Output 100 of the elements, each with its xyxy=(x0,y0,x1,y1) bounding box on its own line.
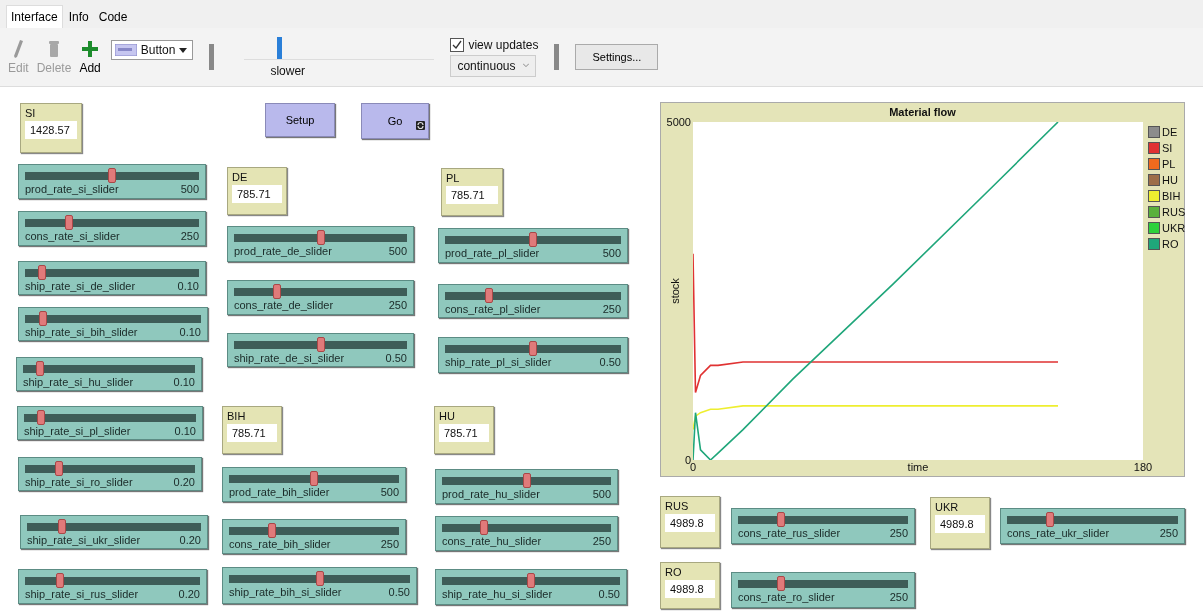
slider-label: prod_rate_si_slider xyxy=(25,183,119,195)
slider-thumb[interactable] xyxy=(64,215,73,230)
slider[interactable]: ship_rate_bih_si_slider 0.50 xyxy=(222,567,417,604)
monitor-label: PL xyxy=(446,172,461,184)
slider[interactable]: prod_rate_bih_slider 500 xyxy=(222,467,406,502)
slider-value: 0.50 xyxy=(385,352,407,364)
slider-thumb[interactable] xyxy=(315,571,324,586)
slider-thumb[interactable] xyxy=(480,520,489,535)
slider-thumb[interactable] xyxy=(776,576,785,591)
slider-label: ship_rate_si_bih_slider xyxy=(25,326,138,338)
widget-type-dropdown[interactable]: Button xyxy=(110,40,194,60)
slider-thumb[interactable] xyxy=(55,461,63,476)
slider[interactable]: prod_rate_hu_slider 500 xyxy=(435,469,618,504)
monitor-label: RO xyxy=(665,566,683,578)
slider-thumb[interactable] xyxy=(529,232,537,247)
slider-thumb[interactable] xyxy=(273,284,282,299)
legend-label: BIH xyxy=(1162,190,1181,202)
slider-thumb[interactable] xyxy=(267,523,276,538)
slider-thumb[interactable] xyxy=(529,341,537,356)
slider-label: ship_rate_de_si_slider xyxy=(234,352,345,364)
add-button[interactable]: Add xyxy=(77,39,103,75)
slider-thumb[interactable] xyxy=(57,519,66,534)
slider[interactable]: cons_rate_de_slider 250 xyxy=(227,280,414,315)
widget-icon xyxy=(114,44,137,56)
slider-thumb[interactable] xyxy=(36,361,45,376)
slider-value: 0.10 xyxy=(174,425,196,437)
model-button[interactable]: Go xyxy=(361,103,429,139)
slider[interactable]: ship_rate_si_ukr_slider 0.20 xyxy=(20,515,208,549)
tick-label: 180 xyxy=(1133,460,1153,474)
slider[interactable]: cons_rate_pl_slider 250 xyxy=(438,284,628,318)
settings-button[interactable]: Settings... xyxy=(575,44,659,70)
slider-thumb[interactable] xyxy=(38,265,47,280)
slider[interactable]: ship_rate_si_ro_slider 0.20 xyxy=(18,457,202,491)
slider-thumb[interactable] xyxy=(38,311,47,326)
slider-thumb[interactable] xyxy=(776,512,785,527)
slider-value: 0.20 xyxy=(173,476,195,488)
slider-thumb[interactable] xyxy=(485,288,493,303)
slider[interactable]: prod_rate_si_slider 500 xyxy=(18,164,206,199)
slider-thumb[interactable] xyxy=(56,573,64,588)
slider-thumb[interactable] xyxy=(37,410,46,425)
slider[interactable]: cons_rate_si_slider 250 xyxy=(18,211,206,246)
slider-thumb[interactable] xyxy=(316,337,325,352)
legend-label: PL xyxy=(1162,158,1176,170)
slider-label: cons_rate_pl_slider xyxy=(445,303,541,315)
slider-value: 500 xyxy=(592,488,611,500)
slider[interactable]: ship_rate_pl_si_slider 0.50 xyxy=(438,337,628,373)
legend-label: RUS xyxy=(1162,206,1186,218)
repeat-icon xyxy=(416,121,425,130)
slider[interactable]: ship_rate_de_si_slider 0.50 xyxy=(227,333,414,367)
slider-thumb[interactable] xyxy=(527,573,535,588)
slider-thumb[interactable] xyxy=(310,471,318,486)
monitor-value: 4989.8 xyxy=(665,514,715,532)
tick-label: 0 xyxy=(684,454,691,466)
monitor-value: 4989.8 xyxy=(935,515,985,533)
slider-label: cons_rate_rus_slider xyxy=(738,527,841,539)
slider-value: 0.10 xyxy=(177,280,199,292)
tab[interactable]: Code xyxy=(94,6,132,28)
pencil-icon xyxy=(12,39,25,59)
slider[interactable]: prod_rate_de_slider 500 xyxy=(227,226,414,262)
slider-value: 250 xyxy=(388,299,407,311)
slider-value: 500 xyxy=(380,486,399,498)
view-updates-checkbox[interactable]: view updates xyxy=(450,37,539,52)
update-mode-dropdown[interactable]: continuous xyxy=(450,54,537,77)
slider[interactable]: cons_rate_ro_slider 250 xyxy=(731,572,915,608)
slider-label: ship_rate_si_ro_slider xyxy=(25,476,133,488)
slider[interactable]: cons_rate_bih_slider 250 xyxy=(222,519,406,554)
slider[interactable]: ship_rate_si_bih_slider 0.10 xyxy=(18,307,208,341)
slider-thumb[interactable] xyxy=(1045,512,1054,527)
slider-thumb[interactable] xyxy=(276,36,282,59)
slider-label: ship_rate_si_rus_slider xyxy=(25,588,139,600)
slider-value: 500 xyxy=(180,183,199,195)
monitor-value: 785.71 xyxy=(232,185,282,203)
speed-slider[interactable] xyxy=(244,36,435,60)
slider-value: 250 xyxy=(380,538,399,550)
slider[interactable]: ship_rate_hu_si_slider 0.50 xyxy=(435,569,627,605)
speed-label: slower xyxy=(270,63,307,78)
model-button[interactable]: Setup xyxy=(265,103,335,137)
slider-thumb[interactable] xyxy=(316,230,325,245)
slider[interactable]: prod_rate_pl_slider 500 xyxy=(438,228,628,263)
tab[interactable]: Info xyxy=(64,6,93,28)
monitor-value: 4989.8 xyxy=(665,580,715,598)
monitor-value: 785.71 xyxy=(439,424,489,442)
slider-thumb[interactable] xyxy=(108,168,116,183)
checkbox[interactable] xyxy=(450,37,465,52)
slider[interactable]: ship_rate_si_pl_slider 0.10 xyxy=(17,406,203,440)
slider-thumb[interactable] xyxy=(522,473,531,488)
monitor-label: RUS xyxy=(665,500,690,512)
slider-value: 0.20 xyxy=(178,588,200,600)
monitor-value: 785.71 xyxy=(227,424,277,442)
slider[interactable]: cons_rate_ukr_slider 250 xyxy=(1000,508,1185,544)
tab[interactable]: Interface xyxy=(6,5,63,28)
slider[interactable]: cons_rate_rus_slider 250 xyxy=(731,508,915,544)
caret-icon xyxy=(179,47,188,53)
slider[interactable]: ship_rate_si_de_slider 0.10 xyxy=(18,261,206,295)
slider[interactable]: ship_rate_si_hu_slider 0.10 xyxy=(16,357,202,391)
slider-value: 250 xyxy=(592,535,611,547)
slider[interactable]: cons_rate_hu_slider 250 xyxy=(435,516,618,551)
legend-label: RO xyxy=(1162,238,1179,250)
axis-label: time xyxy=(907,460,929,474)
slider[interactable]: ship_rate_si_rus_slider 0.20 xyxy=(18,569,207,604)
